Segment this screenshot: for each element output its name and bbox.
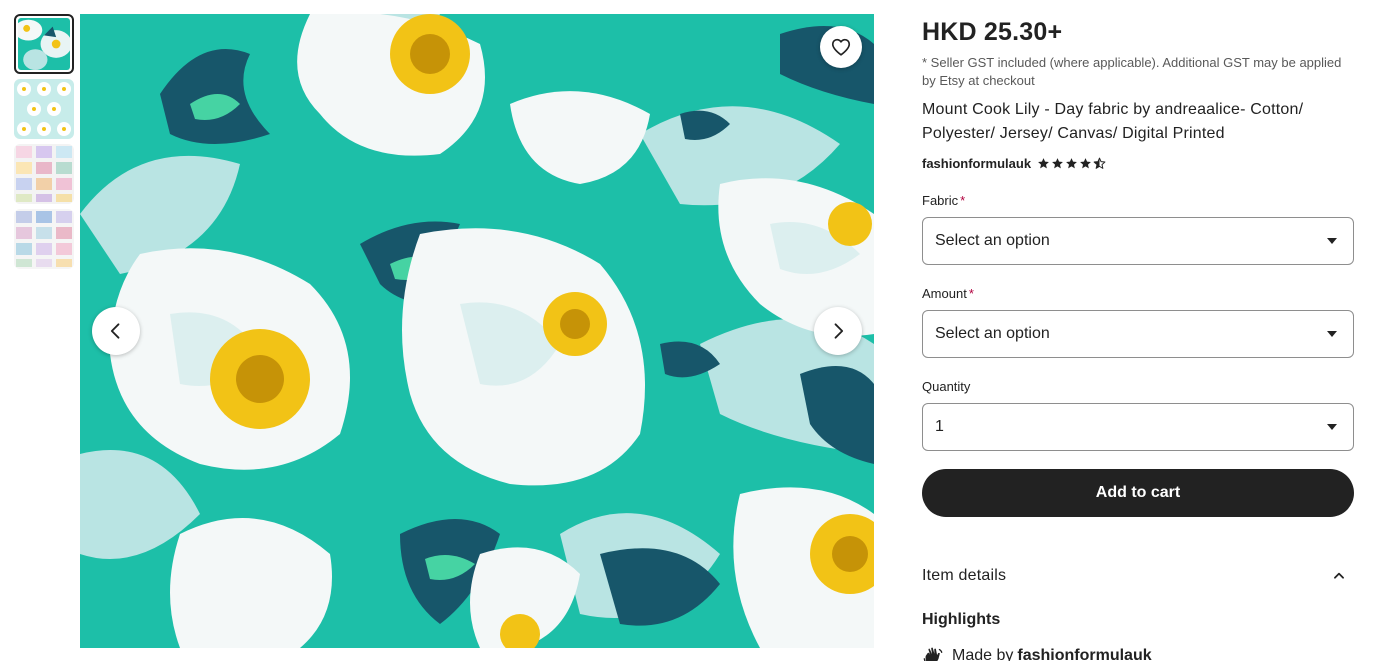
star-full-icon: [1080, 157, 1091, 168]
made-by-prefix: Made by: [952, 647, 1014, 661]
tax-note: * Seller GST included (where applicable)…: [922, 55, 1342, 88]
product-price: HKD 25.30+: [922, 18, 1063, 46]
fabric-select-value: Select an option: [935, 232, 1050, 249]
thumbnail-3-image: [14, 144, 74, 204]
favorite-button[interactable]: [820, 26, 862, 68]
rating-stars: [1037, 157, 1106, 170]
waving-hand-icon: [923, 647, 943, 661]
add-to-cart-button[interactable]: Add to cart: [922, 469, 1354, 517]
chevron-right-icon: [834, 323, 844, 339]
quantity-label-text: Quantity: [922, 379, 971, 394]
thumbnail-4[interactable]: [14, 209, 74, 269]
amount-required-mark: *: [968, 286, 974, 301]
made-by-shop-link[interactable]: fashionformulauk: [1017, 647, 1151, 661]
thumbnail-1-image: [18, 18, 70, 70]
heart-icon: [831, 38, 851, 56]
seller-row: fashionformulauk: [922, 154, 1354, 172]
thumbnail-1[interactable]: [14, 14, 74, 74]
fabric-select[interactable]: Select an option: [922, 217, 1354, 265]
previous-image-button[interactable]: [92, 307, 140, 355]
fabric-required-mark: *: [960, 193, 966, 208]
thumbnail-2-image: [14, 79, 74, 139]
amount-label-text: Amount: [922, 286, 967, 301]
main-product-image: [80, 14, 874, 648]
thumbnail-3[interactable]: [14, 144, 74, 204]
product-title: Mount Cook Lily - Day fabric by andreaal…: [922, 101, 1304, 142]
next-image-button[interactable]: [814, 307, 862, 355]
fabric-label-text: Fabric: [922, 193, 959, 208]
fabric-label: Fabric *: [922, 193, 1354, 209]
chevron-up-icon: [1334, 572, 1344, 579]
caret-down-icon: [1327, 424, 1337, 430]
caret-down-icon: [1327, 238, 1337, 244]
item-details-toggle[interactable]: Item details: [922, 565, 1354, 587]
amount-label: Amount *: [922, 286, 1354, 302]
made-by-row: Made by fashionformulauk: [922, 645, 1354, 661]
quantity-label: Quantity: [922, 379, 1354, 395]
quantity-select[interactable]: 1: [922, 403, 1354, 451]
caret-down-icon: [1327, 331, 1337, 337]
highlights-title: Highlights: [922, 611, 1001, 628]
product-info-panel: HKD 25.30+ * Seller GST included (where …: [922, 14, 1354, 661]
quantity-select-value: 1: [935, 418, 944, 435]
star-full-icon: [1038, 157, 1049, 168]
item-details-title: Item details: [922, 567, 1007, 584]
amount-select-value: Select an option: [935, 325, 1050, 342]
thumbnail-list: [14, 14, 74, 274]
amount-select[interactable]: Select an option: [922, 310, 1354, 358]
seller-link[interactable]: fashionformulauk: [922, 156, 1031, 171]
star-half-icon: [1093, 157, 1106, 169]
chevron-left-icon: [110, 323, 120, 339]
thumbnail-4-image: [14, 209, 74, 269]
thumbnail-2[interactable]: [14, 79, 74, 139]
star-full-icon: [1052, 157, 1063, 168]
star-full-icon: [1066, 157, 1077, 168]
floral-fabric-art: [80, 14, 874, 648]
